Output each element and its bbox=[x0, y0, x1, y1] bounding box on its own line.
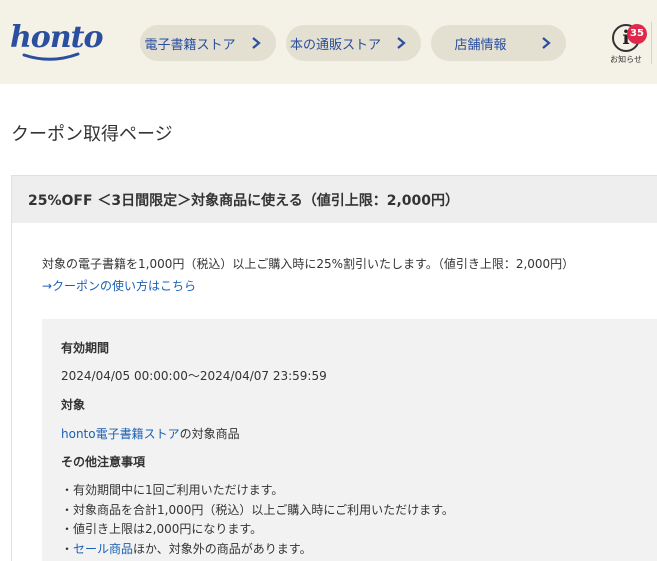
nav-ebook-store-label: 電子書籍ストア bbox=[144, 37, 236, 53]
validity-label: 有効期間 bbox=[61, 341, 110, 355]
nav-shop-info-button[interactable]: 店舗情報 bbox=[431, 25, 566, 61]
notifications-label: お知らせ bbox=[610, 55, 642, 64]
note-bullet: ・ bbox=[61, 542, 74, 556]
coupon-heading: 25%OFF ＜3日間限定＞対象商品に使える（値引上限：2,000円） bbox=[12, 176, 657, 223]
notes-label: その他注意事項 bbox=[61, 455, 146, 469]
target-label: 対象 bbox=[61, 398, 86, 412]
coupon-description: 対象の電子書籍を1,000円（税込）以上ご購入時に25%割引いたします。（値引き… bbox=[42, 257, 575, 271]
note-sale-suffix: ほか、対象外の商品があります。 bbox=[133, 542, 312, 556]
honto-logo[interactable]: honto bbox=[10, 20, 103, 55]
note-item: ・値引き上限は2,000円になります。 bbox=[61, 522, 263, 536]
note-item-sale: ・セール商品ほか、対象外の商品があります。 bbox=[61, 540, 312, 557]
page-title: クーポン取得ページ bbox=[11, 124, 173, 145]
chevron-right-icon bbox=[542, 37, 551, 49]
note-item: ・対象商品を合計1,000円（税込）以上ご購入時にご利用いただけます。 bbox=[61, 503, 454, 517]
nav-ebook-store-button[interactable]: 電子書籍ストア bbox=[140, 25, 276, 61]
notification-count-badge: 35 bbox=[627, 24, 647, 44]
nav-book-store-label: 本の通販ストア bbox=[289, 37, 381, 53]
target-store-link[interactable]: honto電子書籍ストア bbox=[61, 427, 180, 441]
coupon-howto-link[interactable]: →クーポンの使い方はこちら bbox=[42, 277, 196, 294]
site-header: honto 電子書籍ストア 本の通販ストア 店舗情報 i 35 お知らせ bbox=[0, 0, 657, 84]
logo-swoosh-icon bbox=[22, 52, 80, 61]
nav-book-store-button[interactable]: 本の通販ストア bbox=[286, 25, 421, 61]
coupon-panel: 25%OFF ＜3日間限定＞対象商品に使える（値引上限：2,000円） 対象の電… bbox=[11, 175, 657, 561]
sale-items-link[interactable]: セール商品 bbox=[73, 542, 133, 556]
nav-shop-info-label: 店舗情報 bbox=[454, 37, 507, 53]
chevron-right-icon bbox=[252, 37, 261, 49]
coupon-details-box: 有効期間 2024/04/05 00:00:00～2024/04/07 23:5… bbox=[42, 319, 657, 561]
header-divider bbox=[651, 22, 652, 64]
target-value: honto電子書籍ストアの対象商品 bbox=[61, 425, 240, 442]
notifications-button[interactable]: i 35 お知らせ bbox=[608, 20, 648, 64]
target-suffix: の対象商品 bbox=[179, 427, 240, 441]
validity-value: 2024/04/05 00:00:00～2024/04/07 23:59:59 bbox=[61, 369, 327, 383]
note-item: ・有効期間中に1回ご利用いただけます。 bbox=[61, 483, 284, 497]
chevron-right-icon bbox=[397, 37, 406, 49]
